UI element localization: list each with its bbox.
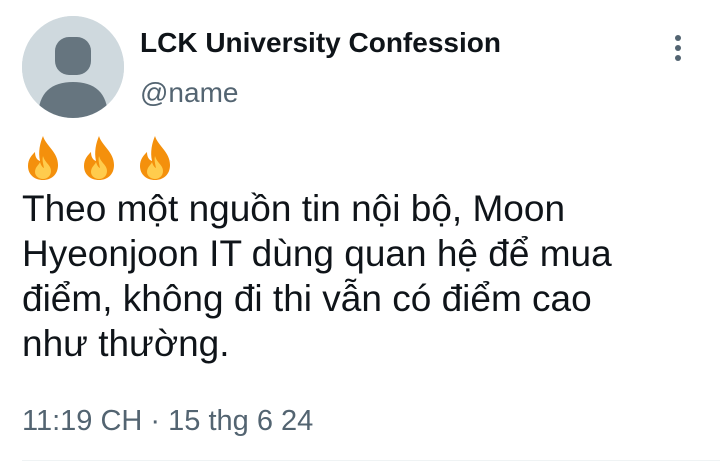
fire-icon — [28, 136, 58, 180]
author-handle[interactable]: @name — [140, 74, 238, 112]
divider — [22, 460, 720, 461]
fire-icon — [84, 136, 114, 180]
fire-icon — [140, 136, 170, 180]
more-vertical-icon — [675, 35, 681, 61]
tweet-text-line: như thường. — [22, 323, 230, 364]
author-display-name[interactable]: LCK University Confession — [140, 24, 501, 62]
tweet-text-line: điểm, không đi thi vẫn có điểm cao — [22, 278, 592, 319]
more-options-button[interactable] — [660, 30, 696, 66]
tweet-timestamp[interactable]: 11:19 CH · 15 thg 6 24 — [22, 402, 313, 440]
tweet-text-line: Hyeonjoon IT dùng quan hệ để mua — [22, 233, 612, 274]
default-profile-icon — [22, 16, 124, 118]
tweet-card: LCK University Confession @name Theo một… — [0, 0, 720, 465]
tweet-text-line: Theo một nguồn tin nội bộ, Moon — [22, 188, 566, 229]
avatar[interactable] — [22, 16, 124, 118]
tweet-text: Theo một nguồn tin nội bộ, Moon Hyeonjoo… — [22, 186, 702, 366]
emoji-row — [22, 134, 176, 182]
